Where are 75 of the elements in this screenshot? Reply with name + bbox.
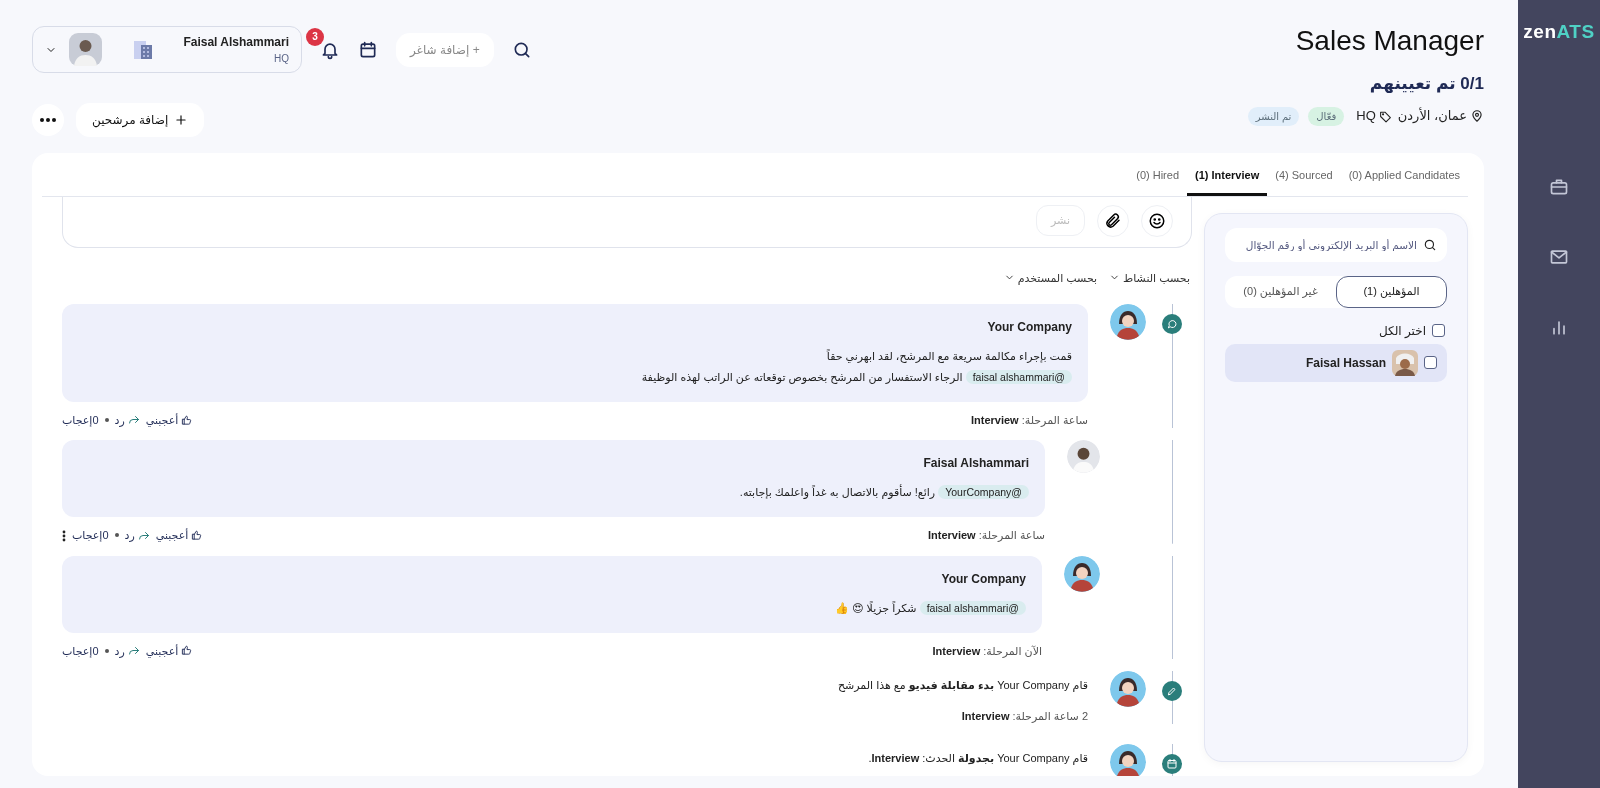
activity-text: قام Your Company بدء مقابلة فيديو مع هذا المرشح [836,678,1088,694]
plus-icon [174,113,189,127]
reply-arrow-icon [137,529,150,542]
thumbs-up-icon [181,414,193,426]
filter-dropdown[interactable]: بحسب المستخدم [1003,269,1098,286]
status-badge: فعّال [1308,106,1345,126]
pencil-icon [1166,685,1178,698]
user-avatar [1110,671,1146,708]
filter-dropdown[interactable]: بحسب النشاط [1109,269,1190,286]
tag-text: HQ [1356,107,1376,126]
emoji-button[interactable] [1141,204,1173,237]
tag-icon [1378,109,1392,123]
paperclip-icon [1104,211,1122,230]
candidate-name: Faisal Hassan [1305,354,1386,372]
thumbs-up-icon [191,530,203,541]
notification-badge: 3 [306,27,324,46]
candidate-search-field[interactable]: الاسم أو البريد الإلكتروني أو رقم الجوّال [1225,227,1447,262]
mention-chip: @YourCompany [938,485,1029,500]
like-count: 0إعجاب [62,412,99,429]
profile-subtitle: HQ [273,52,289,66]
like-button[interactable]: أعجبني [155,527,203,544]
select-all-label: اختر الكل [1378,322,1426,340]
qualification-tab[interactable]: غير المؤهلين (0) [1225,275,1336,308]
profile-name: Faisal Alshammari [183,34,289,51]
comment-author: Faisal Alshammari [922,455,1029,473]
profile-avatar [69,33,102,66]
reply-arrow-icon [127,414,140,427]
app-logo: zenATS [1523,20,1595,44]
user-avatar [1110,304,1146,340]
stage-tab[interactable]: (1) Interview [1187,161,1268,196]
kebab-menu-icon[interactable] [62,529,66,542]
stage-tab[interactable]: (4) Sourced [1267,161,1341,196]
chat-bubble-icon [1166,318,1178,330]
like-button[interactable]: أعجبني [145,642,193,660]
like-button[interactable]: أعجبني [145,411,193,429]
location-text: عمان، الأردن [1397,106,1467,126]
select-all-checkbox[interactable] [1432,324,1445,337]
message-text: قمت بإجراء مكالمة سريعة مع المرشح، لقد ابهرني حقاً [826,350,1072,362]
mention-chip: @faisal alshammari [919,600,1026,615]
stage-tab[interactable]: (0) Hired [1128,161,1188,196]
search-icon [1423,237,1437,252]
location-pin-icon [1470,109,1484,124]
thumbs-up-icon [181,645,193,657]
candidate-checkbox[interactable] [1424,356,1437,369]
user-avatar [1064,555,1100,592]
like-count: 0إعجاب [62,643,99,660]
user-avatar [1067,440,1100,474]
add-candidates-button[interactable]: إضافة مرشحين [76,103,205,137]
stage-tab[interactable]: (0) Applied Candidates [1340,161,1468,196]
calendar-icon [1166,758,1178,771]
profile-switcher[interactable]: Faisal Alshammari HQ [32,26,302,73]
reply-button[interactable]: رد [114,642,140,660]
more-button[interactable] [32,104,64,136]
status-badge: تم النشر [1247,106,1300,126]
hired-count: 0/1 تم تعيينهم [1368,72,1484,95]
message-text: الرجاء الاستفسار من المرشح بخصوص توقعاته عن الراتب لهذه الوظيفة [641,370,963,383]
add-job-button[interactable]: + إضافة شاغر [396,32,494,67]
attach-button[interactable] [1097,204,1129,237]
dots-icon [39,117,57,123]
comment-author: Your Company [986,319,1072,336]
reply-button[interactable]: رد [114,411,140,429]
comment-author: Your Company [940,570,1026,588]
job-title: Sales Manager [1294,26,1484,57]
calendar-icon[interactable] [358,39,378,60]
message-text: رائع! سأقوم بالاتصال به غداً واعلمك بإجابته. [739,486,936,499]
reply-button[interactable]: رد [124,527,150,544]
reply-arrow-icon [127,644,140,657]
like-count: 0إعجاب [72,528,109,544]
mention-chip: @faisal alshammari [965,369,1072,384]
candidate-row[interactable]: Faisal Hassan [1225,343,1447,382]
smile-icon [1148,211,1166,230]
candidate-avatar [1392,349,1418,376]
qualification-tab[interactable]: المؤهلين (1) [1336,275,1447,308]
user-avatar [1110,744,1146,776]
message-text: شكراً جزيلًا 😍 👍 [835,601,917,614]
